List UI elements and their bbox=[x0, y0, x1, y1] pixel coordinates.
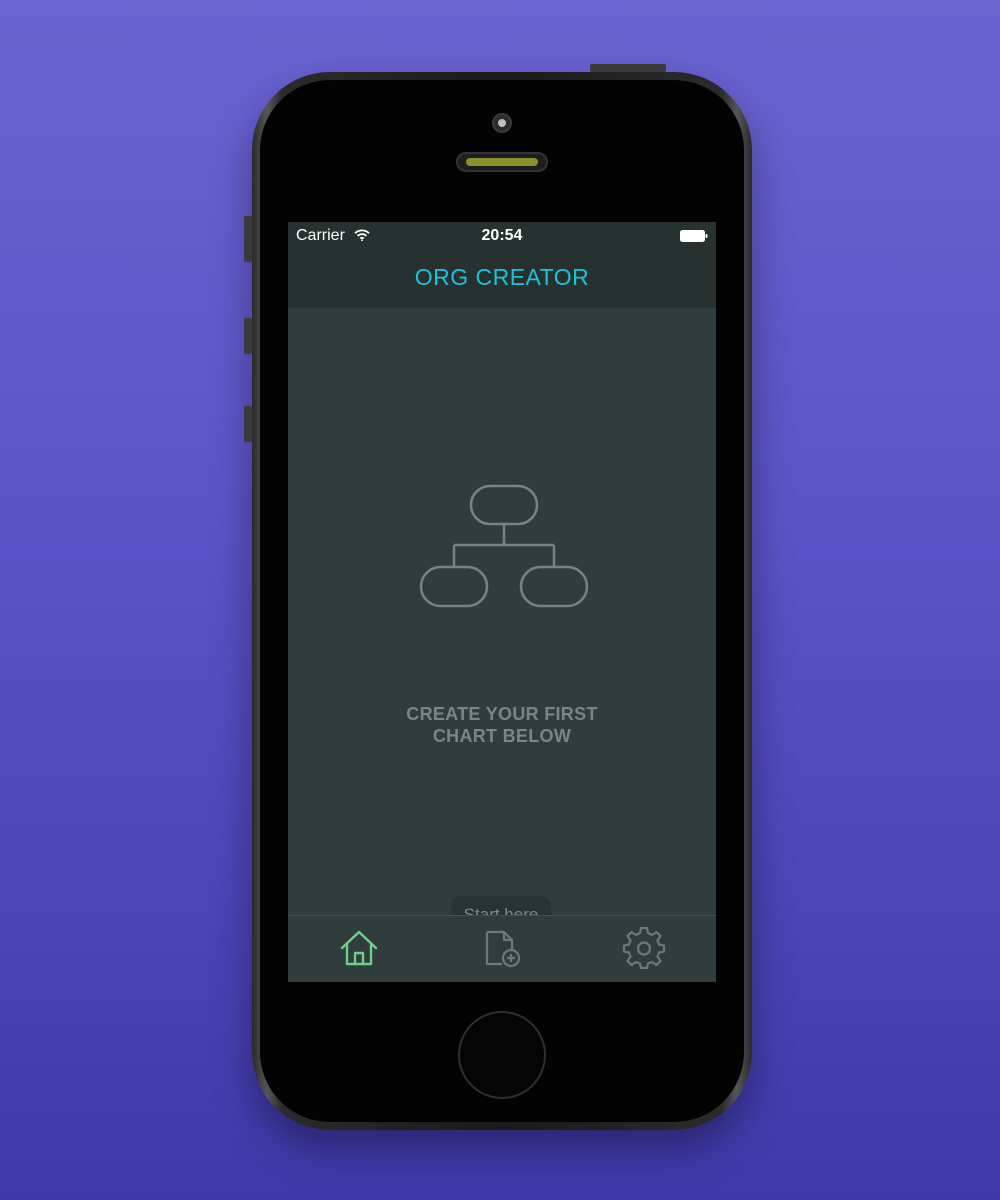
status-bar: Carrier 20:54 bbox=[288, 222, 716, 250]
mute-switch bbox=[244, 216, 252, 262]
tab-new-chart[interactable] bbox=[480, 926, 524, 970]
tab-home[interactable] bbox=[337, 926, 381, 970]
app-screen: Carrier 20:54 ORG CREATOR CREATE YOUR FI… bbox=[288, 222, 716, 982]
power-button bbox=[590, 64, 666, 72]
battery-icon bbox=[680, 230, 708, 242]
page-title: ORG CREATOR bbox=[414, 264, 590, 290]
empty-state-message: CREATE YOUR FIRST CHART BELOW bbox=[288, 703, 716, 747]
home-icon bbox=[340, 930, 378, 966]
empty-state-panel: CREATE YOUR FIRST CHART BELOW Start here bbox=[288, 308, 716, 982]
org-chart-icon bbox=[419, 484, 589, 608]
empty-message-line-2: CHART BELOW bbox=[432, 726, 572, 746]
volume-down-button bbox=[244, 406, 252, 442]
gear-icon bbox=[622, 926, 666, 970]
empty-message-line-1: CREATE YOUR FIRST bbox=[406, 704, 598, 724]
tab-settings[interactable] bbox=[622, 926, 666, 970]
new-document-icon bbox=[485, 930, 521, 968]
earpiece-speaker bbox=[456, 152, 548, 172]
navigation-bar: ORG CREATOR bbox=[288, 250, 716, 308]
home-button[interactable] bbox=[458, 1011, 546, 1099]
status-time: 20:54 bbox=[481, 227, 523, 244]
front-camera bbox=[492, 113, 512, 133]
tab-bar bbox=[288, 915, 716, 982]
volume-up-button bbox=[244, 318, 252, 354]
